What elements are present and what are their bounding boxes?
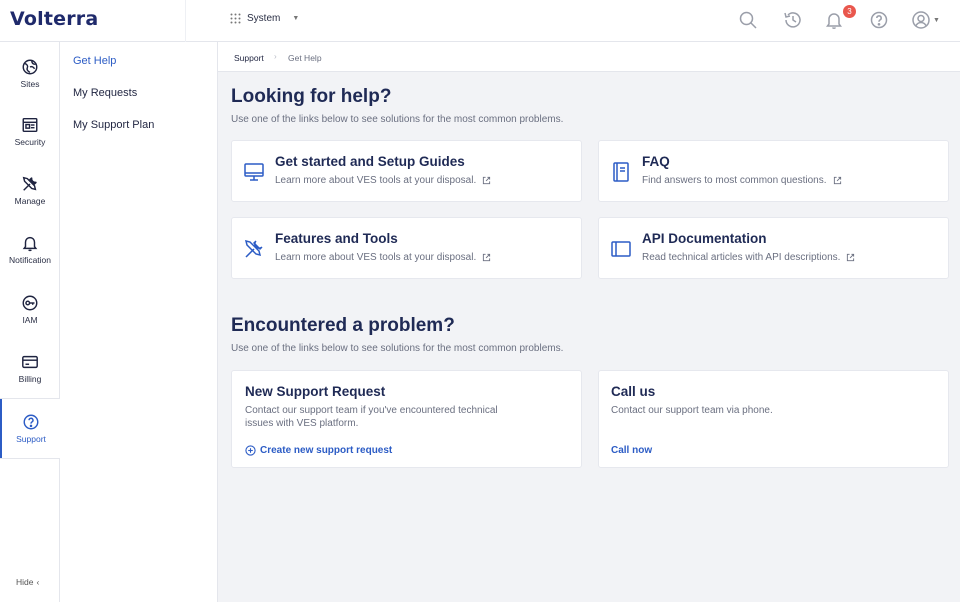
subnav-item-my-requests[interactable]: My Requests [73,87,137,99]
call-now-link[interactable]: Call now [611,445,652,456]
external-link-icon [483,176,491,185]
plus-circle-icon [245,445,256,456]
breadcrumb-support[interactable]: Support [234,53,264,63]
chevron-down-icon: ▼ [292,15,300,22]
sites-icon [22,59,38,75]
manage-icon [22,176,37,191]
card-features-tools[interactable]: Features and Tools Learn more about VES … [231,217,582,279]
card-faq[interactable]: FAQ Find answers to most common question… [598,140,949,202]
rail-label: Billing [18,374,42,384]
external-link-icon [833,176,841,185]
card-title: Call us [611,384,656,399]
rail-item-support[interactable]: Support [0,399,60,458]
card-desc-text: Find answers to most common questions. [642,175,827,186]
card-title: Features and Tools [275,231,398,246]
billing-icon [22,355,38,369]
app-logo[interactable]: Volterra [10,8,98,30]
card-title: FAQ [642,154,670,169]
card-desc-text: Learn more about VES tools at your dispo… [275,175,477,186]
grid-icon [230,13,241,24]
panel-icon [611,241,631,257]
divider [185,0,186,42]
card-description: Read technical articles with API descrip… [642,252,855,263]
hide-label: Hide [16,577,34,587]
rail-item-sites[interactable]: Sites [0,44,60,103]
create-support-request-link[interactable]: Create new support request [245,445,392,456]
top-bar: Volterra System ▼ 3 ▼ [0,0,960,42]
rail-item-notification[interactable]: Notification [0,220,60,279]
support-subnav: Get Help My Requests My Support Plan [60,42,218,602]
link-label: Call now [611,445,653,456]
notification-icon [22,236,38,252]
card-description: Learn more about VES tools at your dispo… [275,175,491,186]
card-setup-guides[interactable]: Get started and Setup Guides Learn more … [231,140,582,202]
card-title: API Documentation [642,231,767,246]
search-icon[interactable] [737,9,759,31]
card-body-line: Contact our support team via phone. [611,405,773,416]
card-body-line: Contact our support team if you've encou… [245,405,498,416]
monitor-icon [244,163,264,181]
rail-item-billing[interactable]: Billing [0,339,60,398]
external-link-icon [847,253,855,262]
breadcrumb: Support › Get Help [218,42,960,72]
chevron-down-icon: ▼ [933,17,940,24]
external-link-icon [483,253,491,262]
help-section-title: Looking for help? [231,86,392,107]
system-switcher[interactable]: System ▼ [230,13,299,24]
support-icon [23,414,39,430]
tools-icon [244,239,263,258]
rail-item-iam[interactable]: IAM [0,280,60,339]
card-title: Get started and Setup Guides [275,154,465,169]
rail-label: Manage [14,196,46,206]
security-icon [22,117,38,133]
rail-label: Support [16,434,46,444]
card-new-support-request: New Support Request Contact our support … [231,370,582,468]
system-label: System [247,13,281,24]
breadcrumb-get-help: Get Help [288,53,322,63]
rail-label: Notification [8,255,52,265]
subnav-item-get-help[interactable]: Get Help [73,55,116,67]
subnav-item-my-support-plan[interactable]: My Support Plan [73,119,154,131]
chevron-left-icon: ‹ [36,577,40,587]
book-icon [613,162,629,182]
help-section-subtitle: Use one of the links below to see soluti… [231,114,564,125]
help-icon[interactable] [868,9,890,31]
problem-section-subtitle: Use one of the links below to see soluti… [231,343,564,354]
icon-rail: Sites Security Manage Notification IAM B… [0,42,60,602]
rail-item-security[interactable]: Security [0,102,60,161]
rail-label: Security [14,137,46,147]
card-description: Learn more about VES tools at your dispo… [275,252,491,263]
user-avatar-icon[interactable] [910,9,932,31]
divider [0,458,60,459]
chevron-right-icon: › [274,52,277,61]
notification-badge: 3 [843,5,856,18]
problem-section-title: Encountered a problem? [231,315,455,336]
hide-sidebar-button[interactable]: Hide ‹ [16,577,39,587]
card-title: New Support Request [245,384,386,399]
rail-label: IAM [22,315,38,325]
card-description: Find answers to most common questions. [642,175,842,186]
card-desc-text: Read technical articles with API descrip… [642,252,841,263]
rail-item-manage[interactable]: Manage [0,161,60,220]
link-label: Create new support request [260,445,393,456]
bell-icon[interactable] [823,9,845,31]
card-api-documentation[interactable]: API Documentation Read technical article… [598,217,949,279]
rail-label: Sites [20,79,40,89]
card-body-line: issues with VES platform. [245,418,359,429]
card-desc-text: Learn more about VES tools at your dispo… [275,252,477,263]
history-icon[interactable] [782,9,804,31]
card-call-us: Call us Contact our support team via pho… [598,370,949,468]
iam-icon [22,295,38,311]
